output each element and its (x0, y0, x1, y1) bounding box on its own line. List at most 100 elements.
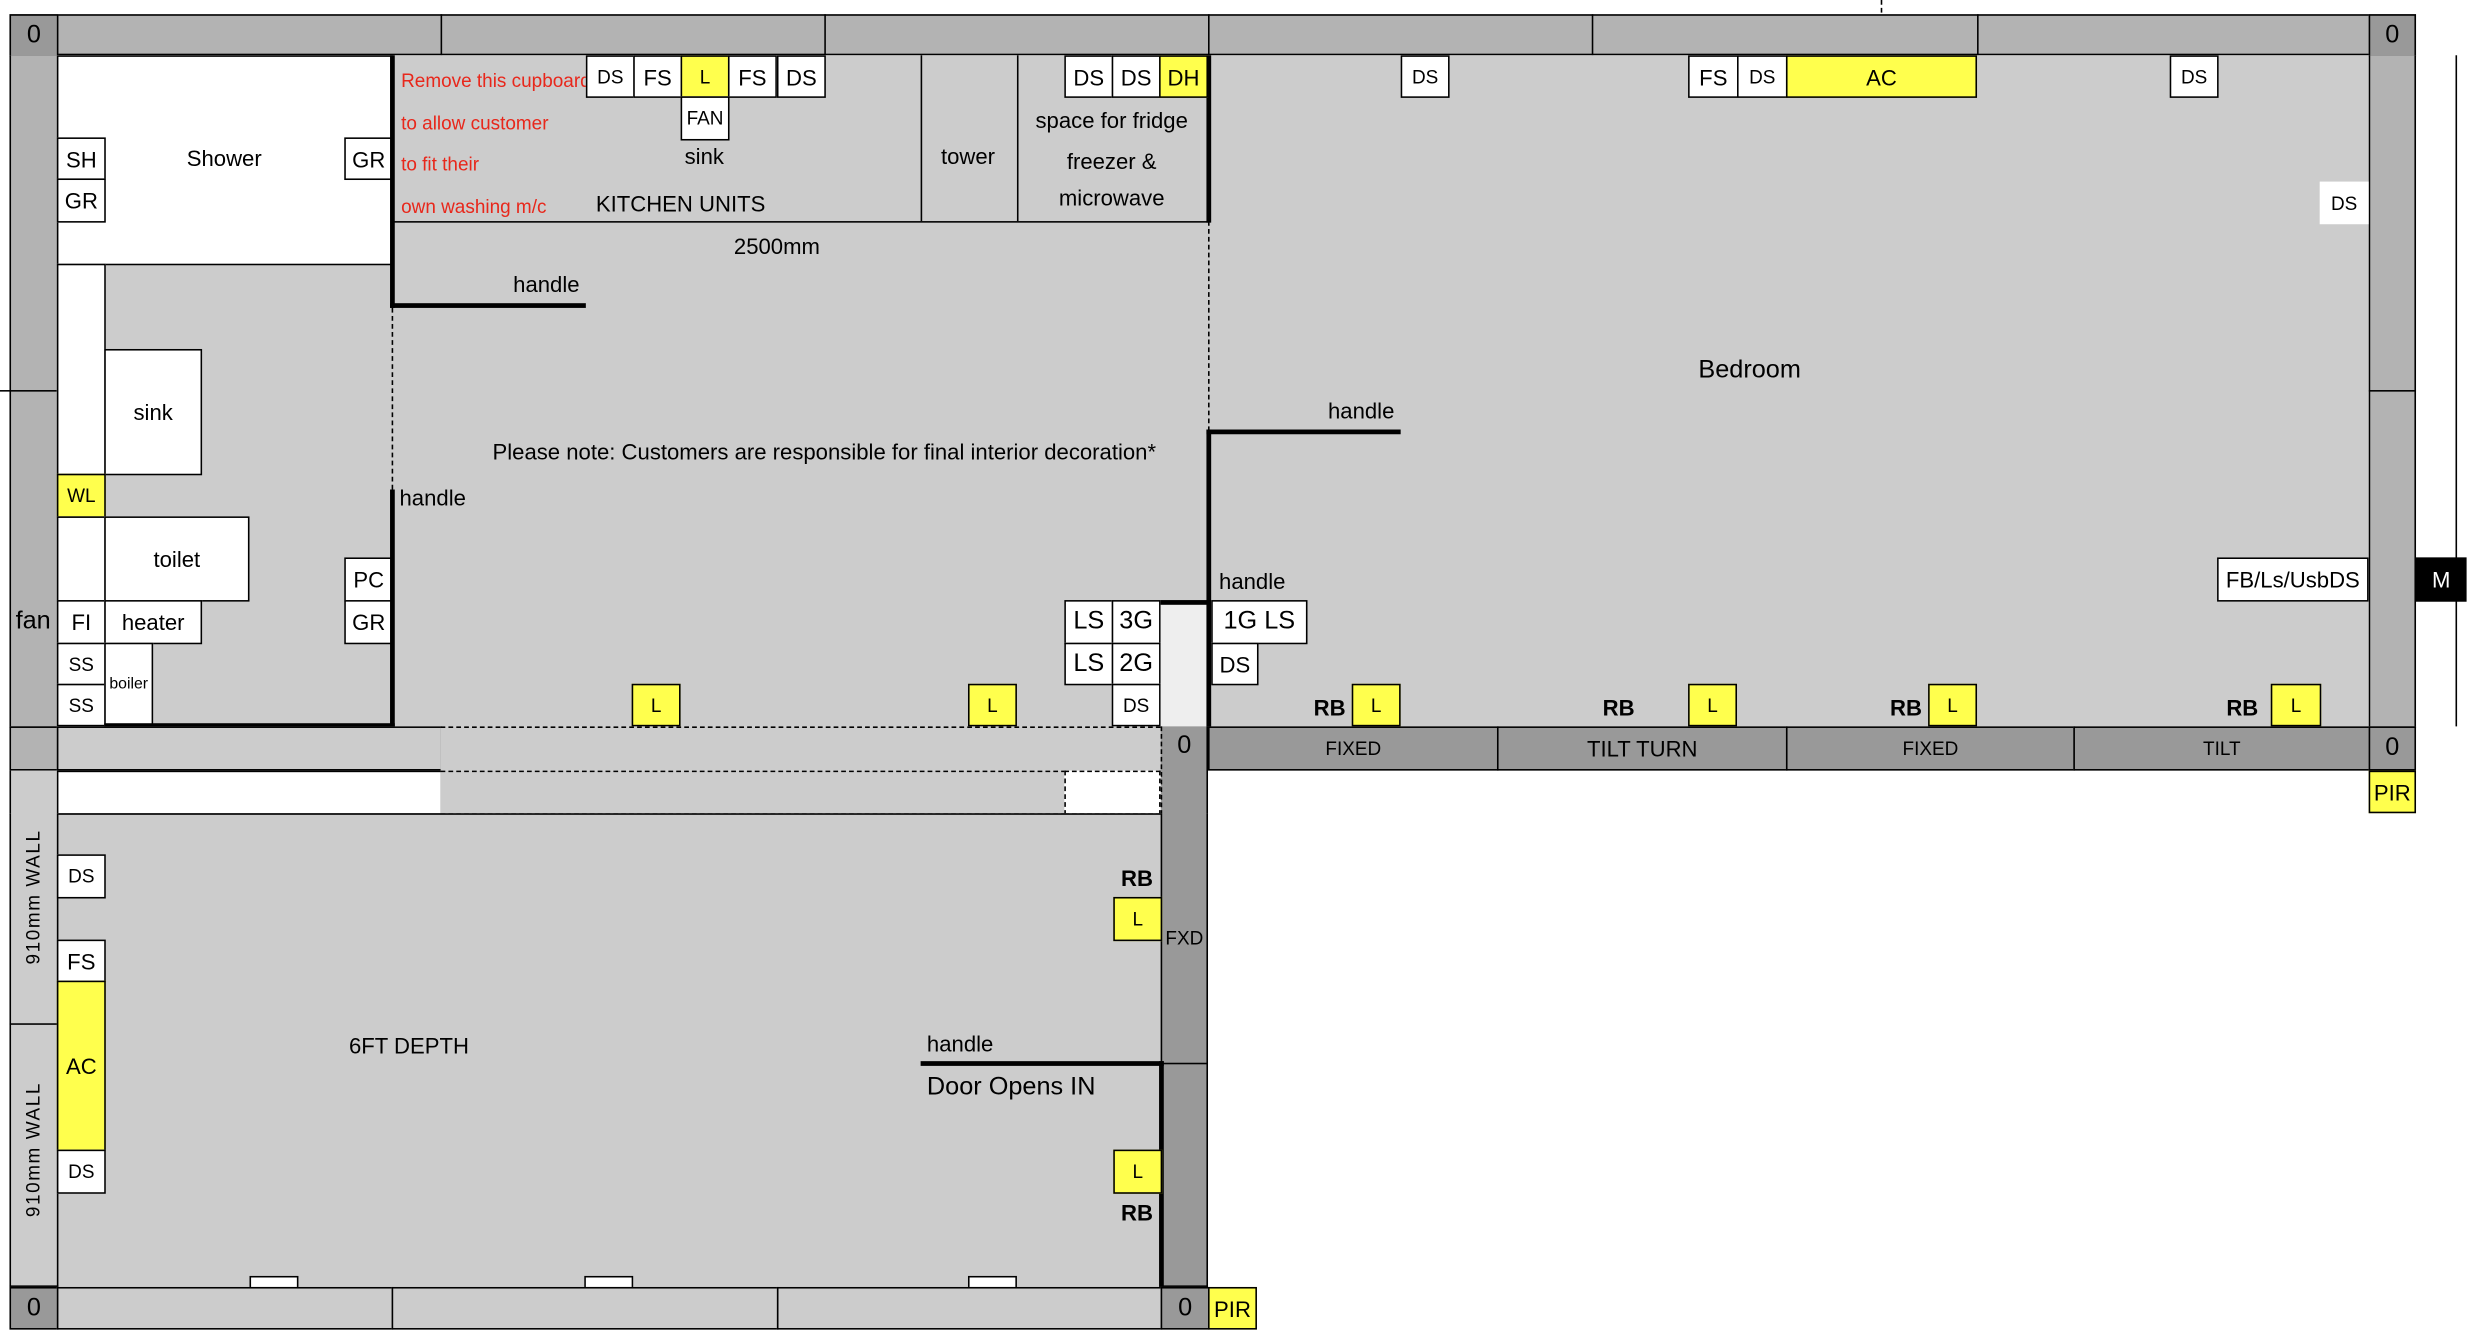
bath-strip (56, 263, 106, 476)
door-recess (1160, 600, 1209, 727)
window-fixed: FIXED (1208, 726, 1499, 771)
bottom-wall (776, 1286, 1163, 1330)
notice-text: Please note: Customers are responsible f… (492, 438, 1157, 465)
rb-label: RB (1889, 694, 1922, 721)
rb-label: RB (1120, 865, 1153, 891)
ds-socket: DS (1400, 55, 1450, 98)
sink: sink (104, 348, 203, 476)
dotted-marker (1880, 0, 1883, 13)
lower-floor (56, 813, 1161, 1287)
tower-label: tower (940, 143, 996, 169)
corner-zero: 0 (9, 14, 59, 57)
corner-zero: 0 (1160, 726, 1209, 815)
shower-label: Shower (186, 145, 262, 171)
ds-socket: DS (56, 854, 106, 899)
note-line: own washing m/c (401, 195, 547, 218)
fxd-label: FXD (1165, 926, 1204, 950)
dimension-line (2455, 55, 2458, 727)
light: L (1113, 1149, 1163, 1194)
corner-zero: 0 (2368, 726, 2417, 771)
wall-segment (9, 726, 59, 771)
wall-label: 910mm WALL (22, 1082, 45, 1218)
pc-socket: PC (344, 557, 394, 602)
bottom-wall (391, 1286, 779, 1330)
light: L (1928, 683, 1978, 727)
divider (1208, 14, 1210, 56)
heater: heater (104, 600, 203, 645)
divider (2368, 390, 2417, 392)
units-line (391, 221, 1209, 223)
gr-socket: GR (344, 137, 394, 181)
ss-socket: SS (56, 683, 106, 727)
fan-label: fan (15, 607, 51, 635)
door-line (1206, 429, 1401, 435)
top-wall (9, 14, 2417, 56)
rb-label: RB (2226, 694, 2259, 721)
divider (9, 1023, 59, 1025)
floor-segment (440, 726, 1161, 771)
dh-socket: DH (1159, 55, 1209, 98)
ds-socket: DS (1211, 642, 1259, 686)
wall-segment (9, 770, 59, 815)
ds-socket: DS (1111, 55, 1161, 98)
rb-label: RB (1602, 694, 1635, 721)
ds-socket: DS (1737, 55, 1788, 98)
wall (390, 489, 395, 728)
door-label: Door Opens IN (926, 1073, 1096, 1101)
fan-socket: FAN (680, 96, 730, 141)
window-tilt-turn: TILT TURN (1496, 726, 1788, 771)
divider (1977, 14, 1979, 56)
ds-socket: DS (1064, 55, 1114, 98)
right-wall (1160, 813, 1209, 1287)
dashed-opening (391, 307, 394, 490)
floor-plan: 0 0 Shower SH GR GR sink WL toilet FI he… (0, 0, 2476, 1344)
dimension-label: 2500mm (733, 233, 820, 259)
toilet: toilet (104, 516, 250, 602)
rb-label: RB (1313, 694, 1346, 721)
ls-switch: LS (1064, 642, 1114, 686)
bedroom-label: Bedroom (1698, 356, 1801, 384)
bath-strip (56, 516, 106, 602)
ac-unit: AC (56, 980, 106, 1152)
ds-socket: DS (1111, 683, 1161, 727)
white-strip (56, 770, 443, 815)
corner-zero: 0 (9, 1286, 59, 1330)
ds-socket: DS (585, 55, 635, 98)
ds-socket: DS (2319, 181, 2369, 225)
boiler: boiler (104, 642, 154, 727)
3g-switch: 3G (1111, 600, 1161, 645)
light: L (967, 683, 1017, 727)
light: L (2270, 683, 2322, 727)
note-line: Remove this cupboard (401, 69, 591, 92)
fs-socket: FS (56, 939, 106, 983)
divider (824, 14, 826, 56)
kitchen-units-label: KITCHEN UNITS (595, 191, 766, 217)
pir-sensor: PIR (2368, 770, 2417, 814)
fi-socket: FI (56, 600, 106, 645)
light: L (1688, 683, 1738, 727)
divider (1591, 14, 1594, 56)
bottom-wall (56, 1286, 394, 1330)
ds-socket: DS (56, 1149, 106, 1194)
divider (440, 14, 443, 56)
light: L (1351, 683, 1401, 727)
white-strip (1064, 770, 1161, 815)
fridge-label: space for fridge (1035, 107, 1188, 133)
divider (1016, 55, 1019, 222)
divider (1160, 1062, 1209, 1065)
gr-socket: GR (344, 600, 394, 645)
corner-zero: 0 (2368, 14, 2417, 57)
sh-socket: SH (56, 137, 106, 181)
depth-label: 6FT DEPTH (348, 1032, 469, 1058)
1g-ls-switch: 1G LS (1211, 600, 1308, 645)
handle-label: handle (399, 484, 466, 511)
window-tilt: TILT (2073, 726, 2371, 771)
wl-fixture: WL (56, 473, 106, 518)
light: L (1113, 896, 1163, 942)
fridge-label: freezer & (1066, 148, 1157, 174)
sink-label: sink (684, 143, 724, 169)
ss-socket: SS (56, 642, 106, 686)
gr-socket: GR (56, 178, 106, 223)
fs-socket: FS (727, 55, 777, 98)
corner-zero: 0 (1160, 1286, 1210, 1330)
